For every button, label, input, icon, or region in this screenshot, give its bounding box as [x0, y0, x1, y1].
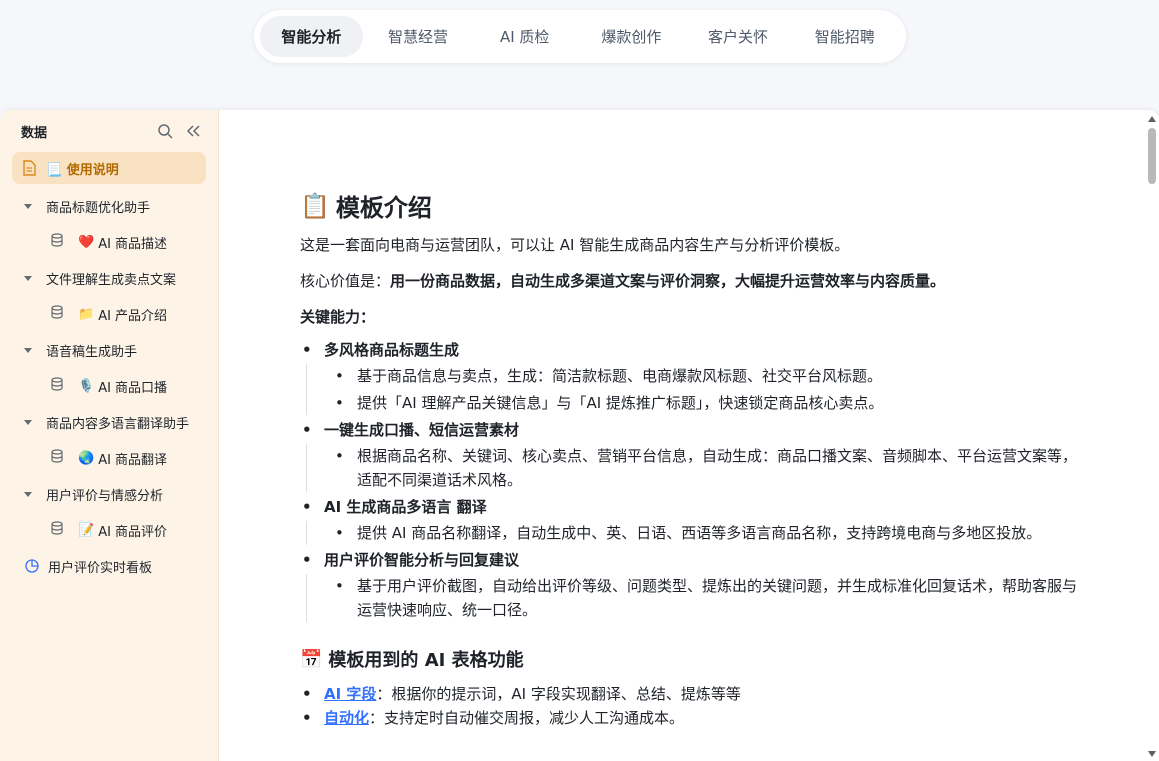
intro-paragraph: 这是一套面向电商与运营团队，可以让 AI 智能生成商品内容生产与分析评价模板。	[300, 236, 850, 254]
sidebar-table-label: AI 商品翻译	[98, 452, 168, 468]
automation-link[interactable]: 自动化	[324, 709, 369, 727]
tab-hit-creation[interactable]: 爆款创作	[580, 16, 683, 57]
sidebar-group-label: 用户评价与情感分析	[46, 488, 164, 504]
sidebar-table-label: AI 商品描述	[98, 236, 168, 252]
caret-down-icon[interactable]	[24, 275, 32, 281]
sidebar-group-label: 语音稿生成助手	[46, 344, 138, 360]
core-value-paragraph: 核心价值是：用一份商品数据，自动生成多渠道文案与评价洞察，大幅提升运营效率与内容…	[300, 270, 1077, 292]
sidebar-table-label: AI 商品评价	[98, 524, 168, 540]
database-icon	[50, 449, 64, 467]
sidebar-table-item[interactable]: 🌏 AI 商品翻译	[0, 440, 218, 476]
feature-bullet: 提供「AI 理解产品关键信息」与「AI 提炼推广标题」，快速锁定商品核心卖点。	[307, 391, 1077, 415]
feature-item: 用户评价智能分析与回复建议	[300, 548, 1077, 572]
doc-body: 这是一套面向电商与运营团队，可以让 AI 智能生成商品内容生产与分析评价模板。 …	[300, 234, 1077, 730]
calendar-icon: 📅	[300, 648, 323, 670]
core-value-bold: 用一份商品数据，自动生成多渠道文案与评价洞察，大幅提升运营效率与内容质量。	[390, 272, 946, 290]
memo-icon: 📝	[78, 522, 95, 538]
feature-sublist: 基于商品信息与卖点，生成：简洁款标题、电商爆款风标题、社交平台风标题。 提供「A…	[306, 364, 1077, 415]
dashboard-icon	[24, 558, 40, 574]
sidebar-table-label: AI 商品口播	[98, 380, 168, 396]
tab-customer-care[interactable]: 客户关怀	[687, 16, 790, 57]
feature-sublist: 提供 AI 商品名称翻译，自动生成中、英、日语、西语等多语言商品名称，支持跨境电…	[306, 521, 1077, 545]
document-icon	[22, 160, 36, 176]
sidebar-table-item[interactable]: ❤️ AI 商品描述	[0, 224, 218, 260]
sidebar-item-usage-label: 📃 使用说明	[46, 162, 119, 178]
function-item: AI 字段：根据你的提示词，AI 字段实现翻译、总结、提炼等等	[300, 682, 1077, 706]
database-icon	[50, 521, 64, 539]
capability-heading: 关键能力：	[300, 308, 376, 326]
document-area: 📋 模板介绍 这是一套面向电商与运营团队，可以让 AI 智能生成商品内容生产与分…	[219, 110, 1145, 761]
heart-icon: ❤️	[78, 234, 95, 250]
sidebar-dashboard-label: 用户评价实时看板	[48, 560, 153, 576]
sidebar-group-file-copy[interactable]: 文件理解生成卖点文案	[0, 260, 218, 296]
caret-down-icon[interactable]	[24, 203, 32, 209]
sidebar-group-review-analysis[interactable]: 用户评价与情感分析	[0, 476, 218, 512]
tab-smart-recruit[interactable]: 智能招聘	[793, 16, 896, 57]
caret-down-icon[interactable]	[24, 347, 32, 353]
sidebar-item-usage[interactable]: 📃 使用说明	[12, 152, 206, 184]
sidebar-group-title-optimizer[interactable]: 商品标题优化助手	[0, 188, 218, 224]
sidebar-table-label: AI 产品介绍	[98, 308, 168, 324]
feature-title: 一键生成口播、短信运营素材	[324, 421, 520, 439]
tab-smart-analysis[interactable]: 智能分析	[260, 16, 363, 57]
feature-sublist: 根据商品名称、关键词、核心卖点、营销平台信息，自动生成：商品口播文案、音频脚本、…	[306, 444, 1077, 492]
page-title-text: 模板介绍	[335, 194, 432, 222]
ai-field-link[interactable]: AI 字段	[324, 685, 376, 703]
search-icon[interactable]	[156, 122, 174, 140]
sidebar-group-translation[interactable]: 商品内容多语言翻译助手	[0, 404, 218, 440]
section-heading-text: 模板用到的 AI 表格功能	[328, 650, 524, 671]
caret-down-icon[interactable]	[24, 419, 32, 425]
app-window: 数据 📃 使用说明 商品标题优化助手 ❤️ AI 商品描述 文件理解生成卖点文案…	[0, 110, 1159, 761]
feature-item: AI 生成商品多语言 翻译	[300, 495, 1077, 519]
feature-bullet: 基于用户评价截图，自动给出评价等级、问题类型、提炼出的关键问题，并生成标准化回复…	[307, 574, 1077, 622]
feature-list: 多风格商品标题生成 基于商品信息与卖点，生成：简洁款标题、电商爆款风标题、社交平…	[300, 338, 1077, 622]
clipboard-icon: 📋	[300, 191, 330, 220]
caret-down-icon[interactable]	[24, 491, 32, 497]
scroll-up-arrow-icon[interactable]	[1148, 116, 1156, 122]
vertical-scrollbar[interactable]	[1145, 110, 1159, 761]
sidebar-group-label: 文件理解生成卖点文案	[46, 272, 177, 288]
sidebar-table-item[interactable]: 📁 AI 产品介绍	[0, 296, 218, 332]
sidebar: 数据 📃 使用说明 商品标题优化助手 ❤️ AI 商品描述 文件理解生成卖点文案…	[0, 110, 219, 761]
sidebar-table-item[interactable]: 🎙️ AI 商品口播	[0, 368, 218, 404]
sidebar-item-dashboard[interactable]: 用户评价实时看板	[0, 548, 218, 584]
function-desc: ：根据你的提示词，AI 字段实现翻译、总结、提炼等等	[376, 685, 741, 703]
feature-bullet: 根据商品名称、关键词、核心卖点、营销平台信息，自动生成：商品口播文案、音频脚本、…	[307, 444, 1077, 492]
sidebar-group-label: 商品内容多语言翻译助手	[46, 416, 190, 432]
sidebar-header: 数据	[0, 110, 218, 152]
page-title: 📋 模板介绍	[300, 188, 432, 223]
feature-title: 用户评价智能分析与回复建议	[324, 551, 520, 569]
scrollbar-thumb[interactable]	[1148, 128, 1156, 184]
tab-smart-operation[interactable]: 智慧经营	[367, 16, 470, 57]
feature-title: 多风格商品标题生成	[324, 341, 460, 359]
database-icon	[50, 305, 64, 323]
top-tab-bar: 智能分析 智慧经营 AI 质检 爆款创作 客户关怀 智能招聘	[254, 10, 906, 63]
collapse-sidebar-icon[interactable]	[184, 122, 202, 140]
core-value-prefix: 核心价值是：	[300, 272, 391, 290]
globe-icon: 🌏	[78, 450, 95, 466]
function-list: AI 字段：根据你的提示词，AI 字段实现翻译、总结、提炼等等 自动化：支持定时…	[300, 682, 1077, 730]
folder-icon: 📁	[78, 306, 95, 322]
function-desc: ：支持定时自动催交周报，减少人工沟通成本。	[369, 709, 685, 727]
sidebar-group-label: 商品标题优化助手	[46, 200, 151, 216]
feature-item: 多风格商品标题生成	[300, 338, 1077, 362]
microphone-icon: 🎙️	[78, 378, 95, 394]
feature-bullet: 基于商品信息与卖点，生成：简洁款标题、电商爆款风标题、社交平台风标题。	[307, 364, 1077, 388]
sidebar-title: 数据	[21, 125, 48, 141]
section-heading: 📅 模板用到的 AI 表格功能	[300, 646, 1077, 672]
feature-sublist: 基于用户评价截图，自动给出评价等级、问题类型、提炼出的关键问题，并生成标准化回复…	[306, 574, 1077, 622]
tab-ai-quality-check[interactable]: AI 质检	[473, 16, 576, 57]
function-item: 自动化：支持定时自动催交周报，减少人工沟通成本。	[300, 706, 1077, 730]
feature-bullet: 提供 AI 商品名称翻译，自动生成中、英、日语、西语等多语言商品名称，支持跨境电…	[307, 521, 1077, 545]
database-icon	[50, 233, 64, 251]
scroll-down-arrow-icon[interactable]	[1148, 751, 1156, 757]
database-icon	[50, 377, 64, 395]
feature-item: 一键生成口播、短信运营素材	[300, 418, 1077, 442]
sidebar-table-item[interactable]: 📝 AI 商品评价	[0, 512, 218, 548]
feature-title: AI 生成商品多语言 翻译	[324, 498, 487, 516]
sidebar-group-voice-script[interactable]: 语音稿生成助手	[0, 332, 218, 368]
